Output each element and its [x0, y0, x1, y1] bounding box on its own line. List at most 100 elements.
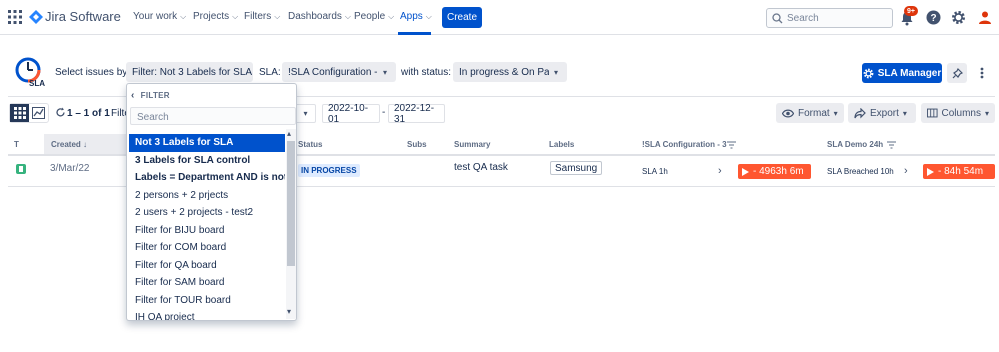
result-count: 1 – 1 of 1	[67, 108, 110, 119]
summary-link[interactable]: test QA task	[454, 162, 508, 173]
label-tag[interactable]: Samsung	[550, 161, 603, 175]
columns-icon	[927, 108, 938, 118]
filter-panel-header[interactable]: ‹ FILTER	[131, 90, 170, 101]
column-header-status[interactable]: Status	[298, 140, 322, 149]
filter-dropdown-button[interactable]: Filter: Not 3 Labels for SLA▾	[126, 62, 253, 82]
sla1-name: SLA 1h	[642, 167, 668, 176]
chevron-down-icon: ⌵	[344, 11, 351, 21]
notification-badge: 9+	[904, 6, 918, 16]
sla2-breached-bar: - 84h 54m	[923, 164, 995, 179]
chevron-down-icon: ⌵	[274, 11, 281, 21]
filter-option[interactable]: Not 3 Labels for SLA	[129, 134, 285, 152]
sla-logo-text: SLA	[29, 79, 45, 88]
jira-logo-icon[interactable]	[29, 10, 43, 24]
filter-dropdown-panel: ‹ FILTER Search Not 3 Labels for SLA 3 L…	[126, 83, 297, 321]
column-header-summary[interactable]: Summary	[454, 140, 490, 149]
search-icon	[772, 13, 783, 27]
chevron-down-icon: ⌵	[232, 11, 239, 21]
chevron-down-icon: ▾	[833, 108, 838, 118]
filter-option[interactable]: Filter for QA board	[129, 257, 285, 275]
format-button[interactable]: Format ▾	[776, 103, 844, 123]
nav-projects[interactable]: Projects ⌵	[193, 11, 238, 22]
view-toggle[interactable]	[9, 103, 49, 123]
chevron-down-icon: ⌵	[425, 11, 432, 21]
export-button[interactable]: Export ▾	[848, 103, 916, 123]
sla-manager-button[interactable]: SLA Manager	[862, 63, 942, 83]
chevron-right-icon[interactable]: ›	[904, 165, 908, 177]
nav-your-work[interactable]: Your work ⌵	[133, 11, 186, 22]
grid-view-button[interactable]	[10, 104, 29, 122]
chevron-down-icon: ⌵	[180, 11, 187, 21]
help-icon[interactable]: ?	[926, 10, 941, 28]
eye-icon	[782, 109, 794, 117]
columns-button[interactable]: Columns ▾	[921, 103, 995, 123]
app-name[interactable]: Jira Software	[45, 9, 121, 24]
pin-button[interactable]	[947, 63, 967, 83]
column-header-created[interactable]: Created ↓	[51, 140, 87, 149]
sla2-name: SLA Breached 10h	[827, 167, 894, 176]
global-search-input[interactable]: Search	[766, 8, 893, 28]
filter-option[interactable]: Filter for BIJU board	[129, 222, 285, 240]
filter-option[interactable]: Filter for COM board	[129, 239, 285, 257]
nav-people[interactable]: People ⌵	[354, 11, 394, 22]
column-header-subs[interactable]: Subs	[407, 140, 427, 149]
scroll-down-icon[interactable]: ▾	[287, 307, 291, 316]
date-to-input[interactable]: 2022-12-31	[388, 103, 445, 125]
chevron-down-icon: ▾	[554, 67, 559, 77]
filter-icon[interactable]	[727, 140, 736, 152]
chevron-right-icon[interactable]: ›	[718, 165, 722, 177]
more-options-button[interactable]	[972, 63, 992, 83]
filter-option[interactable]: 3 Labels for SLA control	[129, 152, 285, 170]
story-type-icon	[16, 164, 26, 177]
line-chart-icon	[32, 107, 45, 119]
svg-text:?: ?	[930, 13, 936, 24]
settings-gear-icon[interactable]	[951, 10, 966, 28]
sla-label: SLA:	[259, 67, 281, 78]
filter-search-input[interactable]: Search	[130, 107, 296, 125]
scrollbar[interactable]: ▴ ▾	[286, 129, 296, 319]
date-separator: -	[382, 107, 386, 118]
export-icon	[854, 107, 866, 118]
sla1-breached-bar: - 4963h 6m	[738, 164, 811, 179]
column-header-type[interactable]: T	[14, 140, 19, 149]
nav-filters[interactable]: Filters ⌵	[244, 11, 280, 22]
scroll-up-icon[interactable]: ▴	[287, 129, 291, 138]
more-vertical-icon	[980, 67, 984, 79]
app-switcher-icon[interactable]	[8, 10, 22, 24]
sla-dropdown-button[interactable]: !SLA Configuration - 3...▾	[282, 62, 396, 82]
grid-icon	[13, 107, 26, 119]
column-header-sla-demo[interactable]: SLA Demo 24h	[827, 140, 883, 149]
hidden-dropdown-chevron[interactable]: ▾	[296, 104, 316, 123]
filter-option[interactable]: IH QA project	[129, 309, 285, 320]
avatar[interactable]	[978, 10, 992, 28]
filter-option[interactable]: Labels = Department AND is not E...	[129, 169, 285, 187]
play-icon	[927, 167, 934, 176]
status-dropdown-button[interactable]: In progress & On Pau...▾	[453, 62, 567, 82]
filter-option[interactable]: Filter for TOUR board	[129, 292, 285, 310]
filter-option[interactable]: Filter for SAM board	[129, 274, 285, 292]
scrollbar-thumb[interactable]	[287, 141, 295, 266]
filter-icon[interactable]	[887, 140, 896, 152]
gear-icon	[863, 68, 874, 78]
play-icon	[742, 167, 749, 176]
active-nav-indicator	[398, 32, 431, 35]
chevron-down-icon: ▾	[303, 109, 308, 118]
column-header-labels[interactable]: Labels	[549, 140, 574, 149]
filter-option[interactable]: 2 users + 2 projects - test2	[129, 204, 285, 222]
created-date: 3/Mar/22	[50, 163, 90, 174]
chevron-left-icon[interactable]: ‹	[131, 90, 135, 101]
column-header-sla-config[interactable]: !SLA Configuration - 3	[642, 140, 727, 149]
date-from-input[interactable]: 2022-10-01	[322, 103, 380, 125]
chart-view-button[interactable]	[29, 104, 48, 122]
refresh-icon[interactable]	[55, 107, 66, 121]
chevron-down-icon: ▾	[902, 108, 907, 118]
pin-icon	[952, 67, 963, 78]
create-button[interactable]: Create	[442, 7, 482, 28]
status-badge: IN PROGRESS	[298, 164, 360, 177]
chevron-down-icon: ⌵	[388, 11, 395, 21]
nav-dashboards[interactable]: Dashboards ⌵	[288, 11, 351, 22]
with-status-label: with status:	[401, 67, 452, 78]
filter-option[interactable]: 2 persons + 2 prjects	[129, 187, 285, 205]
nav-apps[interactable]: Apps ⌵	[400, 11, 432, 22]
chevron-down-icon: ▾	[984, 108, 989, 118]
